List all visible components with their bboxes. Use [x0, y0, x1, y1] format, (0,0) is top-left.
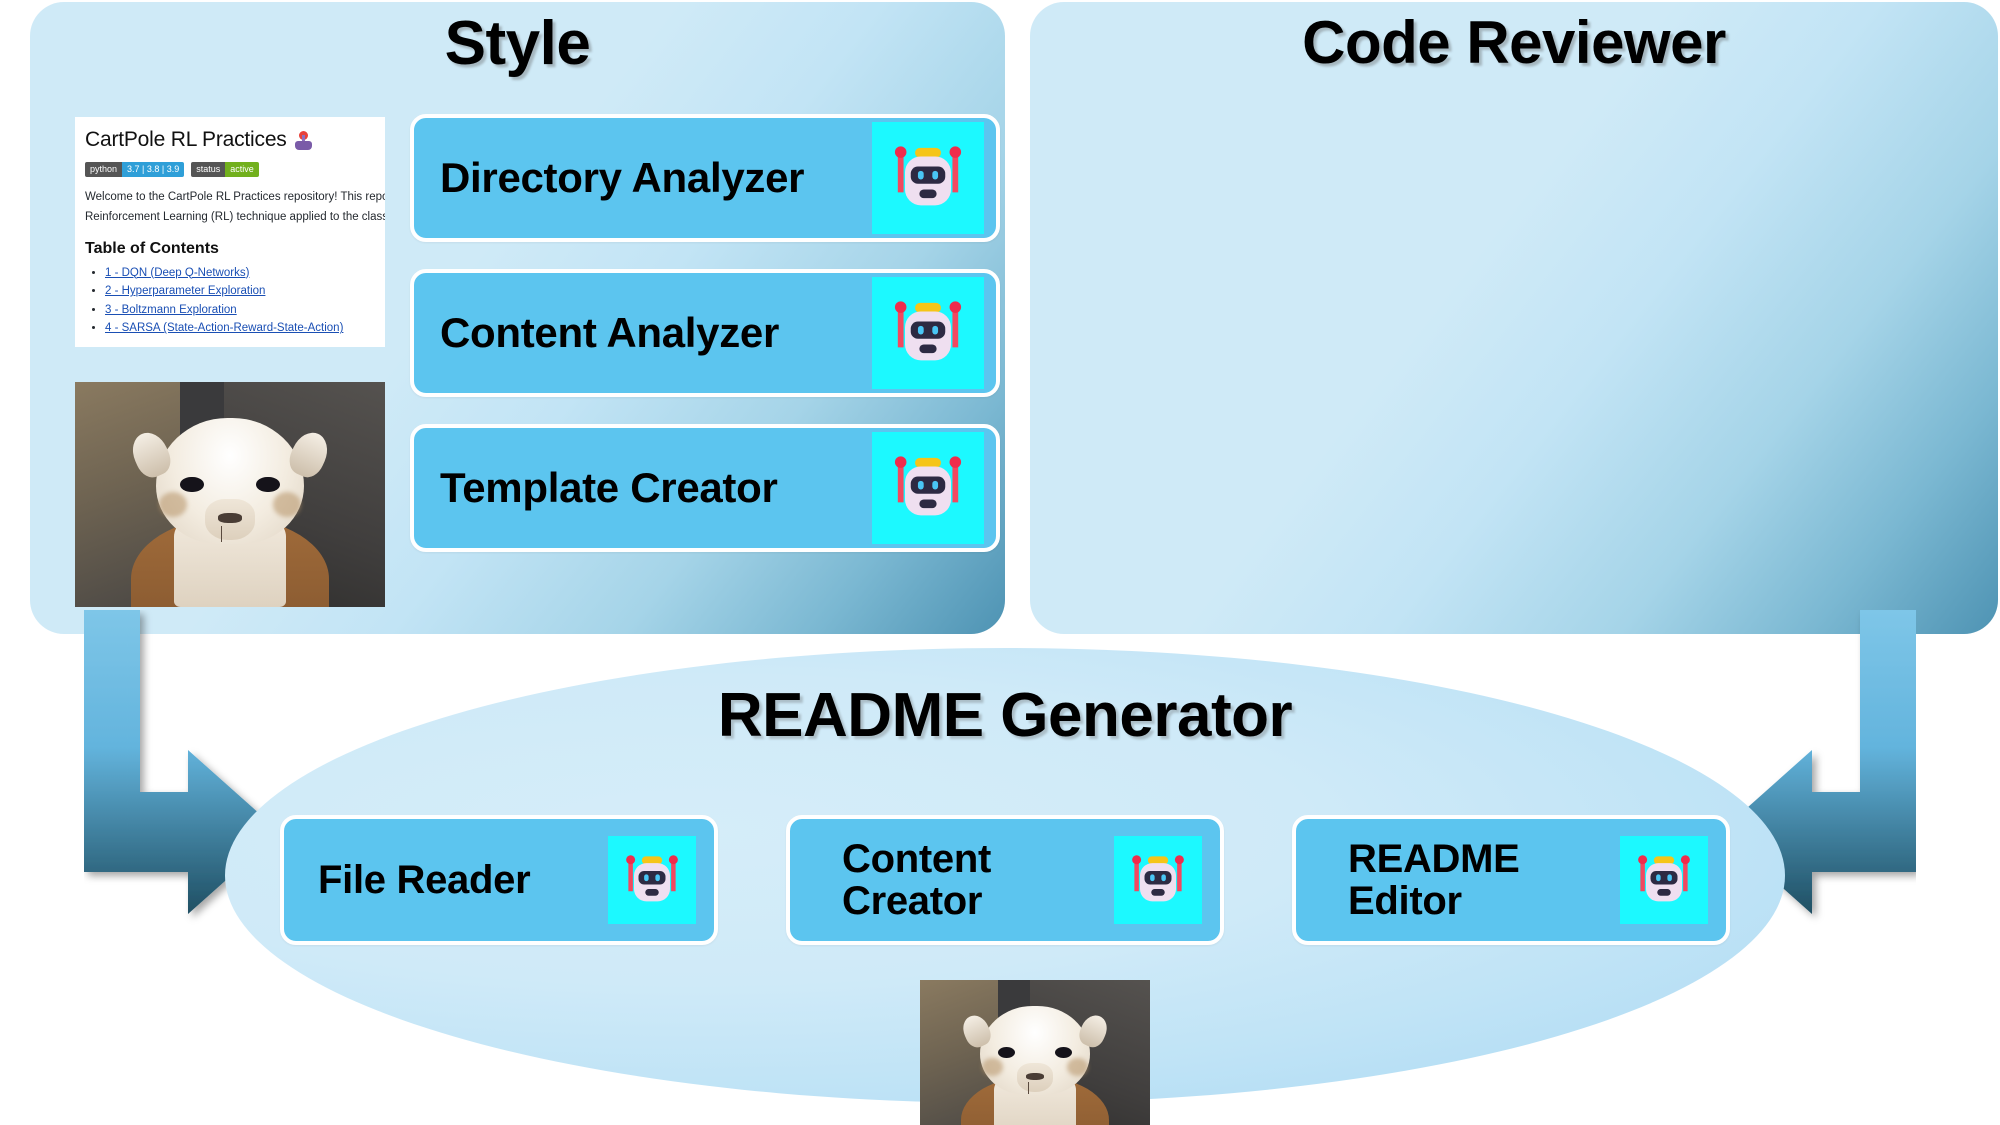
agent-label: Directory Analyzer — [440, 153, 805, 201]
panel-style-title: Style — [444, 9, 591, 78]
toc-link[interactable]: 1 - DQN (Deep Q-Networks) — [105, 267, 249, 279]
agent-button-content-analyzer[interactable]: Content Analyzer — [410, 269, 1000, 397]
agent-button-readme-editor[interactable]: README Editor — [1292, 815, 1730, 945]
readme-preview-thumbnail: CartPole RL Practices python 3.7 | 3.8 |… — [75, 117, 385, 347]
agent-button-directory-analyzer[interactable]: Directory Analyzer — [410, 114, 1000, 242]
readme-preview-heading-row: CartPole RL Practices — [75, 117, 385, 160]
agent-label: Template Creator — [440, 463, 778, 511]
robot-icon — [872, 277, 984, 389]
panel-style: Style CartPole RL Practices python 3.7 |… — [30, 2, 1005, 634]
list-item: 2 - Hyperparameter Exploration — [105, 282, 385, 301]
readme-generator-title: README Generator — [717, 681, 1293, 750]
robot-icon — [1114, 836, 1202, 924]
robot-icon — [872, 432, 984, 544]
panel-code-reviewer-title: Code Reviewer — [1302, 9, 1726, 76]
diagram-canvas: Style CartPole RL Practices python 3.7 |… — [0, 0, 2000, 1125]
badge-python: python 3.7 | 3.8 | 3.9 — [85, 162, 185, 177]
readme-preview-heading: CartPole RL Practices — [85, 128, 287, 151]
robot-icon — [872, 122, 984, 234]
readme-preview-toc-list: 1 - DQN (Deep Q-Networks) 2 - Hyperparam… — [75, 264, 385, 339]
robot-icon — [1620, 836, 1708, 924]
toc-link[interactable]: 3 - Boltzmann Exploration — [105, 304, 237, 316]
toc-link[interactable]: 2 - Hyperparameter Exploration — [105, 285, 265, 297]
agent-label: Content Analyzer — [440, 308, 780, 356]
readme-preview-badges: python 3.7 | 3.8 | 3.9 status active — [75, 160, 385, 186]
joystick-icon — [294, 130, 312, 150]
alpaca-photo-style — [75, 382, 385, 607]
style-agent-list: Directory Analyzer Content Analyzer Temp… — [410, 114, 1000, 552]
toc-link[interactable]: 4 - SARSA (State-Action-Reward-State-Act… — [105, 322, 343, 334]
agent-label: README Editor — [1348, 836, 1520, 923]
readme-preview-paragraph-line-1: Welcome to the CartPole RL Practices rep… — [85, 191, 385, 203]
agent-label: File Reader — [318, 857, 531, 902]
agent-button-content-creator[interactable]: Content Creator — [786, 815, 1224, 945]
agent-button-file-reader[interactable]: File Reader — [280, 815, 718, 945]
agent-label: Content Creator — [842, 836, 991, 923]
readme-preview-toc-heading: Table of Contents — [85, 239, 219, 257]
list-item: 4 - SARSA (State-Action-Reward-State-Act… — [105, 319, 385, 338]
agent-button-template-creator[interactable]: Template Creator — [410, 424, 1000, 552]
list-item: 3 - Boltzmann Exploration — [105, 301, 385, 320]
readme-preview-paragraph-line-2: Reinforcement Learning (RL) technique ap… — [85, 211, 385, 224]
panel-code-reviewer: Code Reviewer output_dim = len(label_enc… — [1030, 2, 1998, 634]
robot-icon — [608, 836, 696, 924]
alpaca-photo-generator — [920, 980, 1150, 1125]
badge-status: status active — [191, 162, 259, 177]
list-item: 1 - DQN (Deep Q-Networks) — [105, 264, 385, 283]
readme-generator-agent-list: File Reader Content Creator README Edito… — [280, 815, 1730, 945]
